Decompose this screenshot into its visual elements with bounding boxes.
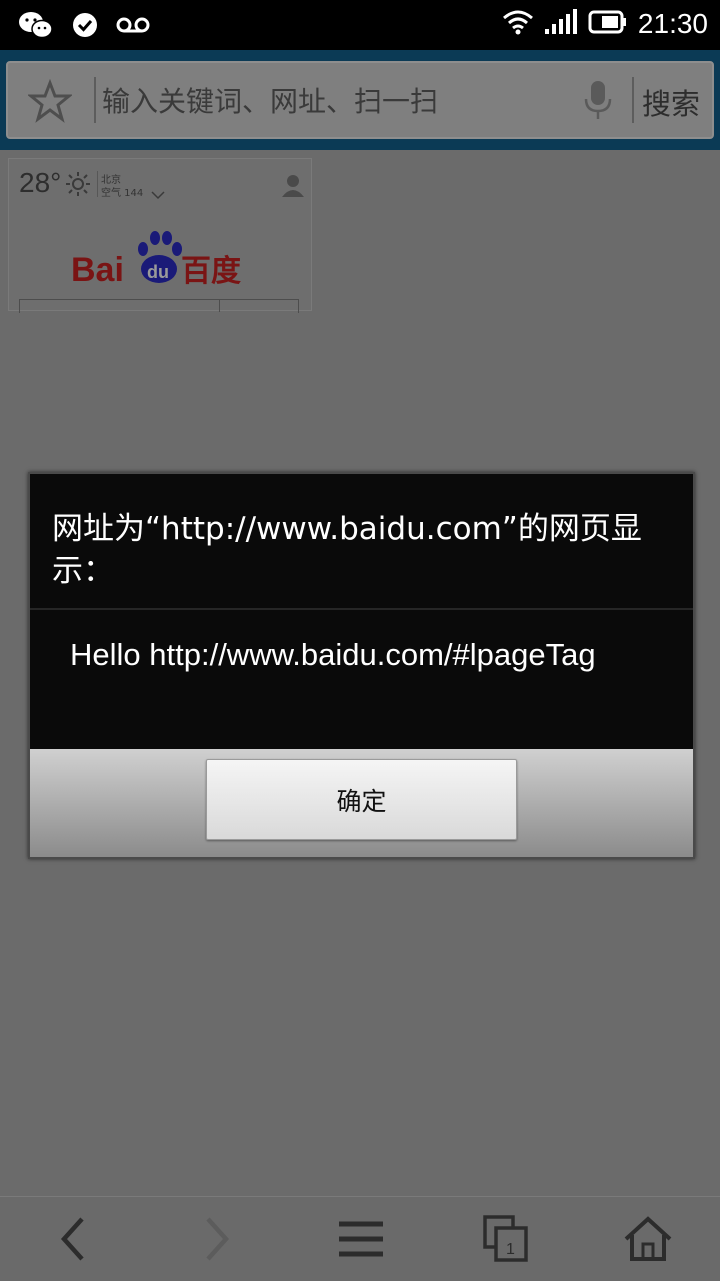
search-button[interactable]: 搜索 — [642, 81, 700, 123]
microphone-icon[interactable] — [580, 77, 616, 127]
separator — [94, 77, 96, 123]
wechat-icon — [18, 10, 54, 44]
svg-text:1: 1 — [506, 1241, 515, 1258]
weather-temperature: 28° — [19, 167, 62, 198]
wifi-icon — [502, 9, 534, 39]
air-quality: 空气 144 — [101, 188, 144, 199]
check-icon — [72, 12, 98, 42]
battery-icon — [588, 10, 628, 38]
search-box-outline — [19, 299, 299, 313]
status-bar: 21:30 — [0, 0, 720, 50]
dialog-title: 网址为“http://www.baidu.com”的网页显示： — [52, 511, 642, 589]
back-icon[interactable] — [54, 1213, 94, 1269]
search-input[interactable] — [100, 77, 574, 125]
dialog-button-bar: 确定 — [30, 749, 693, 857]
home-icon[interactable] — [622, 1213, 674, 1269]
bookmark-star-icon[interactable] — [26, 78, 74, 127]
signal-icon — [544, 9, 578, 39]
browser-toolbar: 搜索 — [0, 50, 720, 150]
baidu-header-card: 28° 北京 空气 144 Bai du 百度 — [8, 158, 312, 313]
tabs-icon[interactable]: 1 — [482, 1213, 532, 1269]
ok-button[interactable]: 确定 — [206, 759, 517, 840]
separator — [219, 300, 220, 312]
svg-text:du: du — [147, 262, 169, 282]
baidu-logo[interactable]: Bai du 百度 — [71, 229, 251, 291]
forward-icon[interactable] — [196, 1213, 236, 1269]
sun-icon — [65, 171, 91, 201]
chevron-down-icon[interactable] — [151, 185, 165, 204]
menu-icon[interactable] — [336, 1213, 386, 1269]
svg-text:百度: 百度 — [181, 254, 241, 287]
user-icon[interactable] — [281, 173, 305, 201]
alert-dialog: 网址为“http://www.baidu.com”的网页显示： Hello ht… — [28, 472, 695, 859]
dialog-message: Hello http://www.baidu.com/#lpageTag — [70, 637, 596, 672]
clock: 21:30 — [637, 8, 708, 39]
separator — [632, 77, 634, 123]
dialog-divider — [30, 608, 693, 610]
bottom-nav-bar: 1 — [0, 1196, 720, 1281]
voicemail-icon — [116, 15, 150, 39]
separator — [97, 171, 98, 197]
svg-text:Bai: Bai — [71, 251, 124, 287]
address-bar: 搜索 — [6, 61, 714, 139]
